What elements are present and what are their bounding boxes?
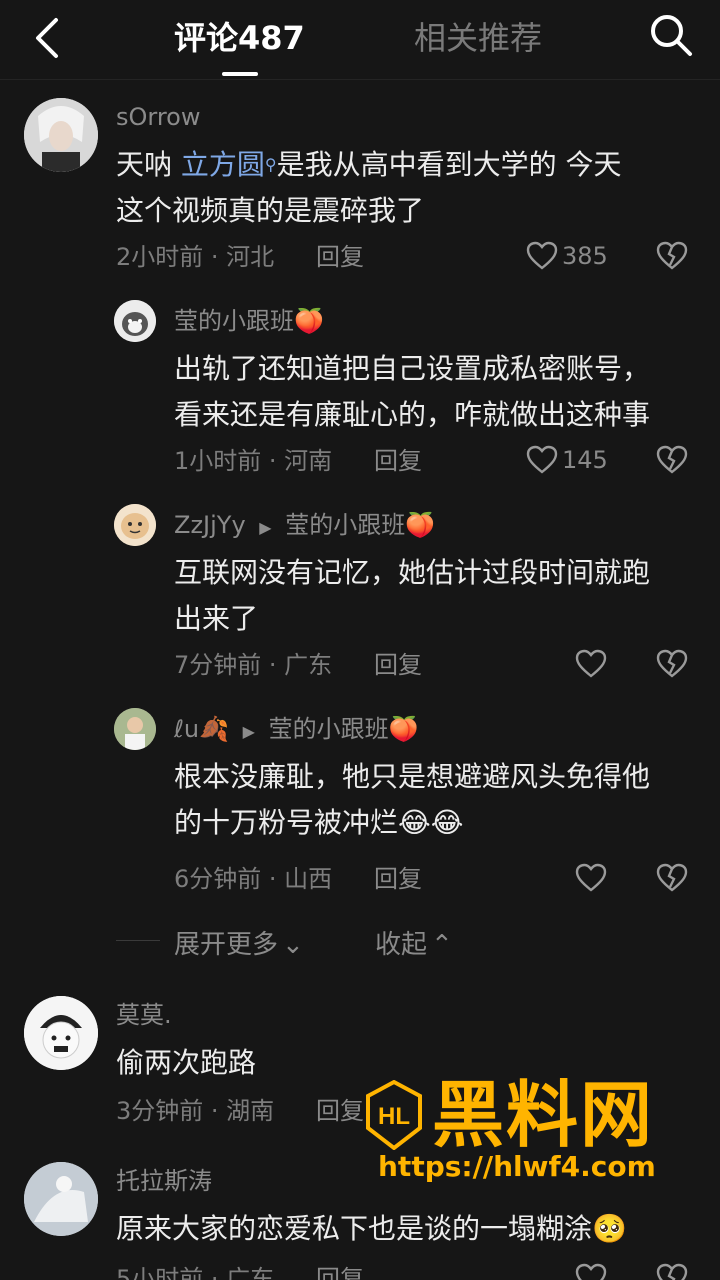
comment-item: sOrrow 天呐 立方圆⚲是我从高中看到大学的 今天 这个视频真的是震碎我了 2… bbox=[0, 96, 720, 286]
avatar[interactable] bbox=[24, 996, 98, 1070]
link-search-icon: ⚲ bbox=[264, 155, 277, 174]
reply-button[interactable]: 回复 bbox=[374, 446, 422, 476]
heart-icon[interactable] bbox=[575, 648, 607, 680]
avatar[interactable] bbox=[24, 98, 98, 172]
reply-item: ℓu🍂 ▶ 莹的小跟班🍑 根本没廉耻，牠只是想避避风头免得他 的十万粉号被冲烂😂😂… bbox=[0, 706, 720, 906]
like-count: 145 bbox=[562, 446, 608, 474]
reply-button[interactable]: 回复 bbox=[316, 1096, 364, 1126]
comment-time-location: 3分钟前 · 湖南 bbox=[116, 1097, 275, 1125]
comment-time-location: 6分钟前 · 山西 bbox=[174, 865, 333, 893]
reply-to-user[interactable]: 莹的小跟班🍑 bbox=[285, 511, 435, 539]
broken-heart-icon[interactable] bbox=[656, 240, 688, 272]
broken-heart-icon[interactable] bbox=[656, 1262, 688, 1280]
heart-icon bbox=[526, 241, 558, 270]
collapse-button[interactable]: 收起 ⌃ bbox=[375, 924, 453, 961]
reply-button[interactable]: 回复 bbox=[374, 650, 422, 680]
like-button[interactable]: 145 bbox=[526, 444, 608, 476]
tab-comments[interactable]: 评论487 bbox=[174, 16, 305, 60]
comment-text: 根本没廉耻，牠只是想避避风头免得他 的十万粉号被冲烂😂😂 bbox=[174, 760, 651, 839]
username: ℓu🍂 ▶ 莹的小跟班🍑 bbox=[174, 715, 419, 743]
heart-icon[interactable] bbox=[575, 862, 607, 894]
avatar[interactable] bbox=[114, 708, 156, 750]
chevron-up-icon: ⌃ bbox=[431, 930, 453, 960]
username[interactable]: 托拉斯涛 bbox=[116, 1166, 212, 1196]
username[interactable]: 莫莫. bbox=[116, 1000, 172, 1030]
avatar[interactable] bbox=[114, 300, 156, 342]
watermark-title: 黑料网 bbox=[432, 1073, 655, 1157]
reply-item: ZzJjYy ▶ 莹的小跟班🍑 互联网没有记忆，她估计过段时间就跑 出来了 7分钟… bbox=[0, 502, 720, 692]
chevron-down-icon: ⌄ bbox=[282, 930, 304, 960]
top-bar: 评论487 相关推荐 bbox=[0, 0, 720, 80]
like-button[interactable]: 385 bbox=[526, 240, 608, 272]
reply-to-user[interactable]: 莹的小跟班🍑 bbox=[269, 715, 419, 743]
expand-row: 展开更多 ⌄ 收起 ⌃ bbox=[0, 922, 720, 962]
username[interactable]: sOrrow bbox=[116, 102, 201, 132]
heart-icon[interactable] bbox=[575, 1262, 607, 1280]
comment-time-location: 5小时前 · 广东 bbox=[116, 1265, 275, 1280]
broken-heart-icon[interactable] bbox=[656, 444, 688, 476]
broken-heart-icon[interactable] bbox=[656, 648, 688, 680]
search-icon[interactable] bbox=[646, 10, 696, 60]
comment-time-location: 7分钟前 · 广东 bbox=[174, 651, 333, 679]
tab-related[interactable]: 相关推荐 bbox=[414, 16, 542, 60]
broken-heart-icon[interactable] bbox=[656, 862, 688, 894]
username[interactable]: 莹的小跟班🍑 bbox=[174, 306, 324, 336]
topic-link[interactable]: 立方圆 bbox=[181, 148, 265, 181]
watermark: HL 黑料网 https://hlwf4.com bbox=[360, 1070, 690, 1190]
reply-item: 莹的小跟班🍑 出轨了还知道把自己设置成私密账号， 看来还是有廉耻心的，咋就做出这种… bbox=[0, 298, 720, 488]
reply-to-arrow-icon: ▶ bbox=[242, 722, 255, 741]
comment-text: 互联网没有记忆，她估计过段时间就跑 出来了 bbox=[174, 556, 651, 635]
watermark-url: https://hlwf4.com bbox=[378, 1150, 656, 1183]
username: ZzJjYy ▶ 莹的小跟班🍑 bbox=[174, 511, 436, 539]
reply-button[interactable]: 回复 bbox=[316, 1264, 364, 1280]
comment-text: 出轨了还知道把自己设置成私密账号， 看来还是有廉耻心的，咋就做出这种事 bbox=[174, 352, 651, 431]
reply-to-arrow-icon: ▶ bbox=[259, 518, 272, 537]
watermark-logo-icon: HL bbox=[364, 1079, 424, 1151]
reply-button[interactable]: 回复 bbox=[374, 864, 422, 894]
svg-text:HL: HL bbox=[378, 1103, 410, 1130]
like-count: 385 bbox=[562, 242, 608, 270]
comment-time-location: 1小时前 · 河南 bbox=[174, 447, 333, 475]
back-icon[interactable] bbox=[28, 14, 68, 62]
heart-icon bbox=[526, 445, 558, 474]
avatar[interactable] bbox=[24, 1162, 98, 1236]
reply-button[interactable]: 回复 bbox=[316, 242, 364, 272]
expand-more-button[interactable]: 展开更多 ⌄ bbox=[174, 924, 304, 961]
comment-text: 天呐 立方圆⚲是我从高中看到大学的 今天 这个视频真的是震碎我了 bbox=[116, 148, 622, 227]
comment-text: 原来大家的恋爱私下也是谈的一塌糊涂🥺 bbox=[116, 1212, 627, 1245]
divider bbox=[116, 940, 160, 941]
tab-underline bbox=[222, 72, 258, 76]
avatar[interactable] bbox=[114, 504, 156, 546]
comment-time-location: 2小时前 · 河北 bbox=[116, 243, 275, 271]
